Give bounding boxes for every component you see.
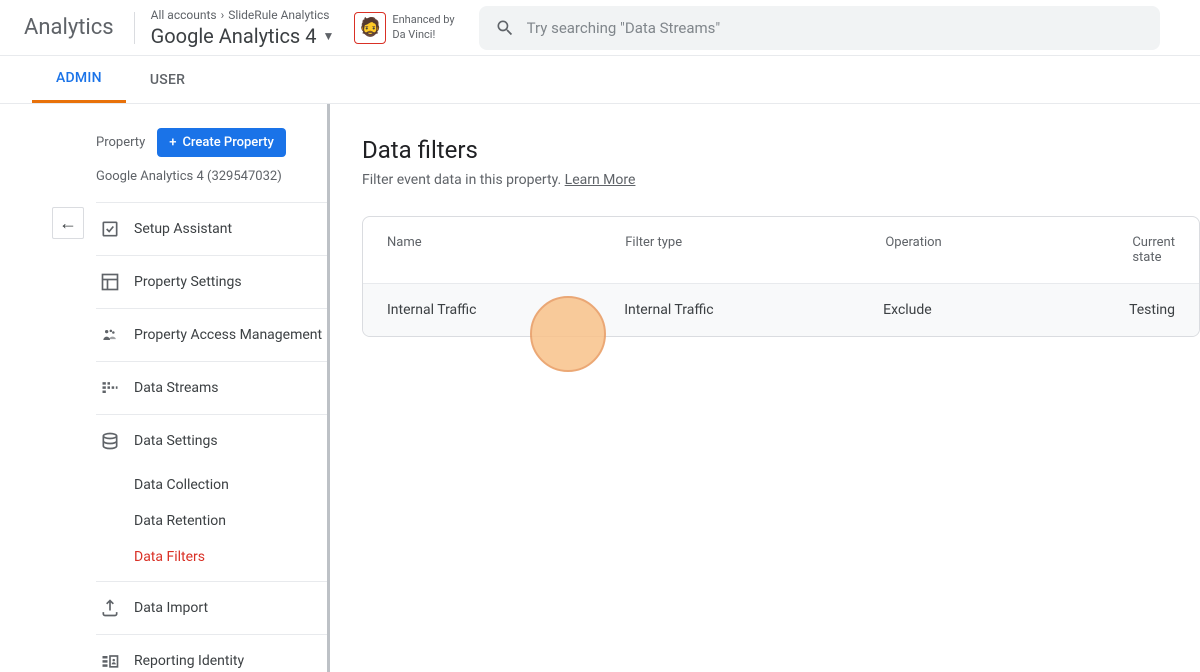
sidebar-subitem-data-collection[interactable]: Data Collection (96, 467, 327, 503)
sidebar-header: Property + Create Property (96, 128, 327, 157)
tabs: ADMIN USER (0, 56, 1200, 104)
identity-icon (100, 651, 120, 671)
app-header: Analytics All accounts › SlideRule Analy… (0, 0, 1200, 56)
property-selector[interactable]: Google Analytics 4 ▼ (151, 24, 335, 48)
cell-name: Internal Traffic (363, 302, 600, 318)
sidebar-item-label: Reporting Identity (134, 653, 244, 669)
tab-admin[interactable]: ADMIN (32, 56, 126, 103)
sidebar-item-label: Property Settings (134, 274, 242, 290)
sidebar-item-property-settings[interactable]: Property Settings (96, 256, 327, 309)
people-icon (100, 325, 120, 345)
upload-icon (100, 598, 120, 618)
property-id: Google Analytics 4 (329547032) (96, 169, 327, 203)
sidebar-item-label: Setup Assistant (134, 221, 232, 237)
sidebar-item-data-streams[interactable]: Data Streams (96, 362, 327, 415)
create-btn-label: Create Property (182, 135, 273, 150)
main-content: ← Property + Create Property Google Anal… (0, 104, 1200, 672)
search-icon (495, 18, 515, 38)
page-title: Data filters (362, 136, 1200, 164)
table-header: Name Filter type Operation Current state (363, 217, 1199, 283)
tab-user[interactable]: USER (126, 56, 209, 103)
search-input[interactable] (527, 19, 1144, 37)
page-subtitle: Filter event data in this property. Lear… (362, 172, 1200, 188)
sidebar-item-access-management[interactable]: Property Access Management (96, 309, 327, 362)
stream-icon (100, 378, 120, 398)
sidebar-item-reporting-identity[interactable]: Reporting Identity (96, 635, 327, 672)
chevron-right-icon: › (221, 8, 225, 22)
breadcrumb: All accounts › SlideRule Analytics (151, 8, 335, 22)
page-content: Data filters Filter event data in this p… (330, 104, 1200, 672)
sidebar-item-label: Data Settings (134, 433, 218, 449)
cell-type: Internal Traffic (600, 302, 859, 318)
sidebar-item-label: Data Streams (134, 380, 219, 396)
arrow-left-icon: ← (59, 213, 77, 234)
create-property-button[interactable]: + Create Property (157, 128, 286, 157)
sidebar-item-label: Data Import (134, 600, 208, 616)
collapse-sidebar-button[interactable]: ← (52, 207, 84, 239)
sidebar-item-label: Property Access Management (134, 326, 322, 344)
sidebar-subitem-data-filters[interactable]: Data Filters (96, 539, 327, 575)
sidebar-item-data-import[interactable]: Data Import (96, 582, 327, 635)
breadcrumb-account: SlideRule Analytics (228, 8, 329, 22)
logo-text: Analytics (24, 15, 114, 40)
cell-state: Testing (1105, 302, 1199, 318)
checkbox-icon (100, 219, 120, 239)
davinci-icon: 🧔 (354, 12, 386, 44)
divider (134, 12, 135, 44)
col-header-type: Filter type (601, 235, 861, 265)
cell-operation: Exclude (859, 302, 1105, 318)
sidebar: Property + Create Property Google Analyt… (0, 104, 330, 672)
col-header-state: Current state (1108, 235, 1199, 265)
logo-section: Analytics (8, 15, 130, 40)
property-label: Property (96, 135, 145, 150)
dropdown-icon: ▼ (322, 29, 334, 43)
table-row[interactable]: Internal Traffic Internal Traffic Exclud… (363, 283, 1199, 336)
col-header-operation: Operation (861, 235, 1108, 265)
search-bar[interactable] (479, 6, 1160, 50)
data-settings-submenu: Data Collection Data Retention Data Filt… (96, 467, 327, 582)
col-header-name: Name (363, 235, 601, 265)
breadcrumb-section[interactable]: All accounts › SlideRule Analytics Googl… (139, 8, 347, 48)
sidebar-subitem-data-retention[interactable]: Data Retention (96, 503, 327, 539)
sidebar-item-data-settings[interactable]: Data Settings (96, 415, 327, 467)
database-icon (100, 431, 120, 451)
extension-badge[interactable]: 🧔 Enhanced by Da Vinci! (354, 12, 454, 44)
layout-icon (100, 272, 120, 292)
plus-icon: + (169, 135, 176, 150)
breadcrumb-prefix: All accounts (151, 8, 217, 22)
learn-more-link[interactable]: Learn More (565, 172, 636, 188)
extension-text: Enhanced by Da Vinci! (392, 13, 454, 42)
data-filters-table: Name Filter type Operation Current state… (362, 216, 1200, 337)
sidebar-item-setup-assistant[interactable]: Setup Assistant (96, 203, 327, 256)
property-name: Google Analytics 4 (151, 24, 317, 48)
